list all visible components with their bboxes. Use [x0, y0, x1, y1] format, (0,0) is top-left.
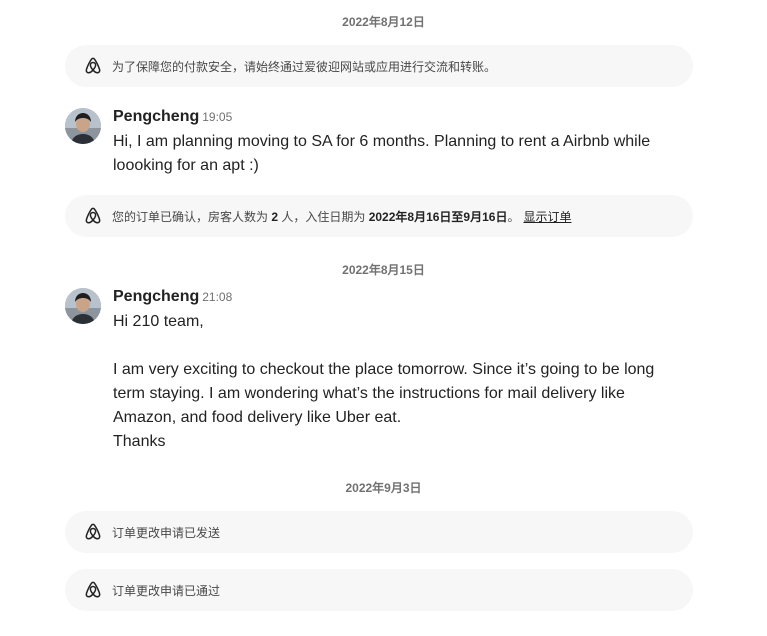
sender-name[interactable]: Pengcheng — [113, 108, 199, 125]
message-time: 19:05 — [202, 110, 233, 124]
system-message: 订单更改申请已通过 — [65, 569, 693, 611]
sender-name[interactable]: Pengcheng — [113, 288, 199, 305]
message-time: 21:08 — [202, 290, 233, 304]
system-message-text: 订单更改申请已通过 — [112, 583, 221, 598]
airbnb-logo-icon — [83, 522, 103, 542]
message-line: term staying. I am wondering what’s the … — [113, 385, 625, 402]
booking-text: 人，入住日期为 — [278, 209, 369, 224]
booking-dates: 2022年8月16日至9月16日 — [368, 209, 508, 224]
message-line: Amazon, and food delivery like Uber eat. — [113, 409, 402, 426]
booking-text: 。 — [507, 209, 520, 224]
message-header: Pengcheng 21:08 — [113, 288, 232, 306]
system-message: 为了保障您的付款安全，请始终通过爱彼迎网站或应用进行交流和转账。 — [65, 45, 693, 87]
user-avatar[interactable] — [65, 288, 101, 324]
message-header: Pengcheng 19:05 — [113, 108, 232, 126]
message-body: Hi 210 team, I am very exciting to check… — [113, 310, 693, 454]
message-line: loooking for an apt :) — [113, 157, 259, 174]
airbnb-logo-icon — [83, 56, 103, 76]
airbnb-logo-icon — [83, 580, 103, 600]
system-message: 订单更改申请已发送 — [65, 511, 693, 553]
message: Pengcheng 21:08 Hi 210 team, I am very ex… — [65, 288, 705, 456]
message: Pengcheng 19:05 Hi, I am planning moving … — [65, 108, 705, 180]
system-message: 您的订单已确认，房客人数为 2 人，入住日期为 2022年8月16日至9月16日… — [65, 195, 693, 237]
user-avatar[interactable] — [65, 108, 101, 144]
show-reservation-link[interactable]: 显示订单 — [523, 210, 571, 224]
booking-text: 您的订单已确认，房客人数为 — [112, 209, 272, 224]
airbnb-logo-icon — [83, 206, 103, 226]
message-line: I am very exciting to checkout the place… — [113, 361, 655, 378]
message-body: Hi, I am planning moving to SA for 6 mon… — [113, 130, 693, 178]
system-message-text: 订单更改申请已发送 — [112, 525, 221, 540]
system-message-text: 您的订单已确认，房客人数为 2 人，入住日期为 2022年8月16日至9月16日… — [112, 208, 571, 225]
message-thread: 2022年8月12日 为了保障您的付款安全，请始终通过爱彼迎网站或应用进行交流和… — [0, 0, 767, 636]
date-divider: 2022年8月15日 — [342, 263, 425, 277]
date-divider: 2022年8月12日 — [342, 15, 425, 29]
message-line: Hi, I am planning moving to SA for 6 mon… — [113, 133, 651, 150]
system-message-text: 为了保障您的付款安全，请始终通过爱彼迎网站或应用进行交流和转账。 — [112, 59, 497, 74]
message-line: Thanks — [113, 433, 166, 450]
date-divider: 2022年9月3日 — [345, 481, 422, 495]
message-greeting: Hi 210 team, — [113, 313, 204, 330]
